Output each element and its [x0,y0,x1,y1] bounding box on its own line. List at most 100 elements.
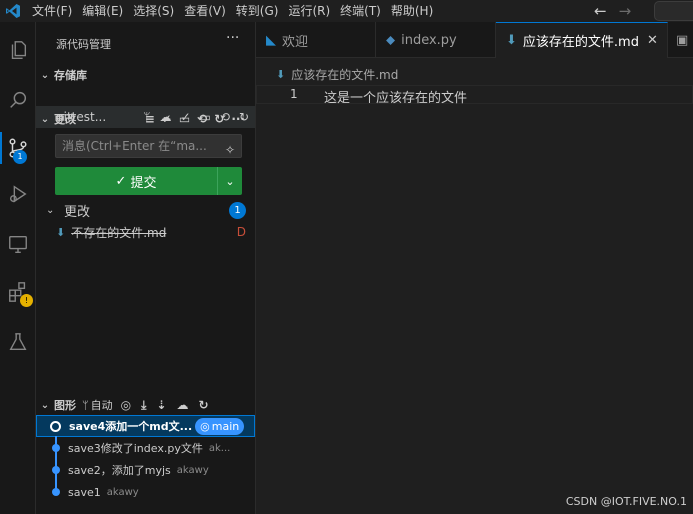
menu-run[interactable]: 运行(R) [288,0,330,22]
commit-message: save4添加一个md文... [69,420,193,433]
commit-button[interactable]: ✓ 提交 [55,167,217,195]
menu-selection[interactable]: 选择(S) [133,0,174,22]
menu-edit[interactable]: 编辑(E) [82,0,123,22]
markdown-file-icon: ⬇ [276,67,286,81]
vscode-logo-icon [2,0,24,22]
chevron-down-icon: ⌄ [40,69,50,81]
warning-badge-icon: ! [20,294,33,307]
commit-author: ak... [208,442,231,454]
graph-section-header[interactable]: ⌄ 图形 ᛘ 自动 ◎ ⤓ ⇣ ☁ ↻ [36,394,255,416]
extensions-icon[interactable]: ! [0,274,36,310]
source-control-sidebar: 源代码管理 ··· ⌄ 存储库 gittest... ᛘ ☁ ✓ ▭ ⟲ ↻ ⌄… [36,22,256,514]
fetch-icon[interactable]: ⤓ [141,399,146,411]
refresh-icon[interactable]: ↻ [214,113,224,125]
source-control-icon[interactable]: 1 [0,130,36,166]
graph-branch-line [55,436,57,494]
remote-explorer-icon[interactable] [0,226,36,262]
run-debug-icon[interactable] [0,176,36,212]
pull-icon[interactable]: ⇣ [156,399,166,411]
more-actions-icon[interactable]: ··· [226,30,239,46]
commit-message: save3修改了index.py文件 [68,442,203,455]
chevron-down-icon: ⌄ [46,204,55,216]
graph-commit-row[interactable]: save1 akawy [36,481,255,503]
branch-badge-label: main [211,419,240,433]
branch-icon: ᛘ [82,398,89,412]
close-icon[interactable]: ✕ [647,33,658,48]
commit-dropdown-button[interactable]: ⌄ [217,167,242,195]
markdown-file-icon: ⬇ [56,225,66,239]
markdown-file-icon: ⬇ [506,33,517,48]
forward-arrow-icon[interactable]: → [619,2,632,20]
command-center-search[interactable] [654,1,693,21]
push-cloud-icon[interactable]: ☁ [176,399,188,411]
sidebar-title: 源代码管理 [56,38,111,51]
menu-go[interactable]: 转到(G) [236,0,279,22]
check-icon: ✓ [115,173,127,189]
vscode-logo-icon: ◣ [266,32,276,48]
watermark: CSDN @IOT.FIVE.NO.1 [565,495,687,508]
graph-commit-row[interactable]: save2，添加了myjs akawy [36,459,255,481]
split-editor-icon[interactable]: ▣ [668,22,693,58]
repositories-label: 存储库 [54,69,87,82]
tab-label: 欢迎 [282,34,309,50]
editor-tabs: ◣ 欢迎 ⬥ index.py ⬇ 应该存在的文件.md ✕ ▣ [256,22,693,58]
tab-label: 应该存在的文件.md [522,35,639,50]
split-editor-glyph: ▣ [676,32,689,48]
graph-label: 图形 [54,399,76,412]
editor-line-text[interactable]: 这是一个应该存在的文件 [324,87,467,106]
breadcrumb[interactable]: ⬇ 应该存在的文件.md [256,64,398,84]
python-icon: ⬥ [386,32,396,48]
menu-file[interactable]: 文件(F) [32,0,72,22]
changes-group-header[interactable]: ⌄ 更改 1 [46,200,246,220]
menu-terminal[interactable]: 终端(T) [340,0,381,22]
commit-message: save1 [68,485,101,499]
refresh-icon[interactable]: ↻ [198,399,208,411]
menu-view[interactable]: 查看(V) [184,0,226,22]
changes-section-header[interactable]: ⌄ 更改 ≡ ✓ ▭ ⟲ ↻ ··· [36,108,255,130]
title-bar: 文件(F) 编辑(E) 选择(S) 查看(V) 转到(G) 运行(R) 终端(T… [0,0,693,22]
changed-file-name: 不存在的文件.md [71,225,167,240]
target-icon: ◎ [200,419,210,433]
tree-view-icon[interactable]: ≡ [145,113,155,125]
commit-author: akawy [106,486,139,498]
sparkle-icon[interactable]: ✧ [225,139,235,157]
branch-badge: ◎ main [195,417,245,435]
chevron-down-icon: ⌄ [40,399,50,411]
changed-file-row[interactable]: ⬇ 不存在的文件.md D [56,222,246,242]
tab-label: index.py [401,32,457,48]
line-number: 1 [290,87,298,101]
comment-icon[interactable]: ▭ [179,113,190,125]
commit-check-icon[interactable]: ✓ [162,113,172,125]
scm-count-badge: 1 [13,150,27,164]
graph-auto-label[interactable]: 自动 [91,397,113,413]
chevron-down-icon: ⌄ [225,174,235,188]
graph-commit-row[interactable]: save4添加一个md文... ◎ main [36,415,255,437]
breadcrumb-file: 应该存在的文件.md [291,67,399,82]
commit-message-placeholder: 消息(Ctrl+Enter 在“ma... [62,139,207,153]
current-line-highlight [256,85,693,104]
history-icon[interactable]: ⟲ [197,113,207,125]
navigation-arrows: ← → [594,0,631,22]
commit-message-input[interactable]: 消息(Ctrl+Enter 在“ma... ✧ [55,134,242,158]
changes-section-label: 更改 [54,113,76,126]
graph-commit-row[interactable]: save3修改了index.py文件 ak... [36,437,255,459]
back-arrow-icon[interactable]: ← [594,2,607,20]
commit-button-label: 提交 [130,175,157,191]
explorer-icon[interactable] [0,32,36,68]
repositories-section-header[interactable]: ⌄ 存储库 [36,64,255,86]
deleted-status-badge: D [236,225,246,239]
changes-count-badge: 1 [229,201,246,219]
tab-index-py[interactable]: ⬥ index.py [376,22,496,58]
more-actions-icon[interactable]: ··· [231,113,245,125]
search-icon[interactable] [0,82,36,118]
changes-group-label: 更改 [64,204,91,220]
editor-area[interactable] [256,58,693,514]
commit-author: akawy [176,464,209,476]
target-icon[interactable]: ◎ [121,399,131,411]
commit-node-icon [50,420,61,432]
activity-bar: 1 ! [0,22,36,514]
tab-markdown-file[interactable]: ⬇ 应该存在的文件.md ✕ [496,22,668,58]
tab-welcome[interactable]: ◣ 欢迎 [256,22,376,58]
menu-help[interactable]: 帮助(H) [391,0,433,22]
testing-flask-icon[interactable] [0,324,36,360]
